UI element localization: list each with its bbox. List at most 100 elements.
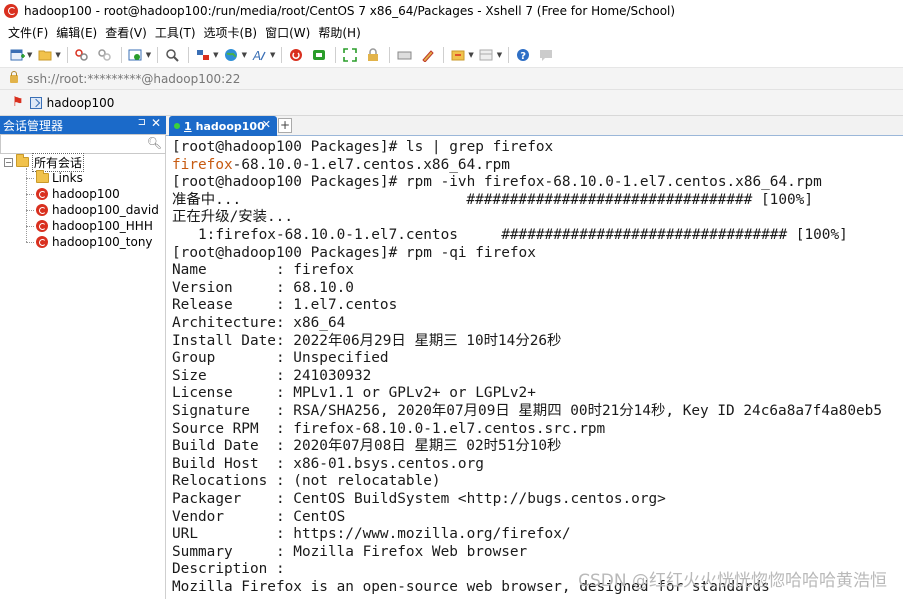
session-icon (36, 188, 48, 200)
terminal-line: [root@hadoop100 Packages]# rpm -qi firef… (172, 244, 536, 261)
bookmark-flag-icon[interactable]: ⚑ (12, 95, 24, 110)
link-session-icon[interactable] (29, 96, 42, 109)
terminal-line: Vendor : CentOS (172, 508, 346, 525)
tree-root-label[interactable]: 所有会话 (32, 152, 85, 172)
toolbar-separator (443, 46, 445, 63)
chevron-down-icon[interactable]: ▼ (270, 51, 275, 59)
toolbar-separator (281, 46, 283, 63)
tree-item-hadoop100-tony[interactable]: hadoop100_tony (36, 234, 153, 250)
tab-number: 1 (184, 119, 192, 133)
terminal-line: Relocations : (not relocatable) (172, 473, 441, 490)
xftp-icon[interactable] (310, 46, 328, 64)
toolbar-separator (389, 46, 391, 63)
menu-file[interactable]: 文件(F) (8, 24, 48, 41)
tree-connector (26, 226, 34, 227)
terminal-text: -68.10.0-1.el7.centos.x86_64.rpm (232, 156, 510, 173)
open-folder-icon[interactable] (36, 46, 54, 64)
session-search-input[interactable]: 🔍︎ (0, 134, 166, 154)
tree-item-label: hadoop100_tony (52, 235, 153, 249)
svg-text:?: ? (520, 51, 526, 62)
highlight-icon[interactable] (418, 46, 436, 64)
menu-bar: 文件(F) 编辑(E) 查看(V) 工具(T) 选项卡(B) 窗口(W) 帮助(… (0, 22, 903, 42)
disconnect-icon[interactable] (96, 46, 114, 64)
connected-status-icon (174, 123, 180, 129)
folder-icon (16, 154, 29, 167)
tree-item-links[interactable]: Links (36, 170, 83, 186)
chevron-down-icon[interactable]: ▼ (213, 51, 218, 59)
xshell-icon[interactable] (287, 46, 305, 64)
terminal-line: Architecture: x86_64 (172, 315, 346, 331)
address-bar[interactable]: ssh://root:*********@hadoop100:22 (0, 68, 903, 90)
terminal-line: Build Host : x86-01.bsys.centos.org (172, 455, 484, 472)
tab-bar: 1 hadoop100 ✕ + (166, 116, 903, 136)
reconnect-icon[interactable] (73, 46, 91, 64)
terminal-line: Description : (172, 561, 285, 578)
layout-icon[interactable] (478, 46, 496, 64)
session-icon (36, 220, 48, 232)
terminal-line: Source RPM : firefox-68.10.0-1.el7.cento… (172, 420, 606, 437)
terminal-line: [root@hadoop100 Packages]# rpm -ivh fire… (172, 174, 822, 191)
session-manager-title: 会话管理器 (3, 118, 64, 133)
chevron-down-icon[interactable]: ▼ (468, 51, 473, 59)
tree-connector (26, 210, 34, 211)
globe-icon[interactable] (223, 46, 241, 64)
toolbar-separator (188, 46, 190, 63)
menu-view[interactable]: 查看(V) (105, 24, 147, 41)
properties-icon[interactable] (127, 46, 145, 64)
session-address[interactable]: ssh://root:*********@hadoop100:22 (27, 72, 240, 86)
quick-session-label[interactable]: hadoop100 (47, 96, 115, 110)
toolbar-separator (66, 46, 68, 63)
lock-icon (10, 70, 18, 83)
tree-connector (26, 168, 27, 242)
toolbar-separator (335, 46, 337, 63)
terminal-line: [root@hadoop100 Packages]# ls | grep fir… (172, 139, 554, 155)
pin-icon[interactable]: ⊐ (138, 117, 146, 128)
terminal-line: Build Date : 2020年07月08日 星期三 02时51分10秒 (172, 438, 562, 455)
chevron-down-icon[interactable]: ▼ (146, 51, 151, 59)
chevron-down-icon[interactable]: ▼ (497, 51, 502, 59)
compose-icon[interactable] (449, 46, 467, 64)
collapse-icon[interactable]: − (4, 157, 13, 167)
new-session-icon[interactable] (8, 46, 26, 64)
menu-window[interactable]: 窗口(W) (265, 24, 310, 41)
chat-icon[interactable] (537, 46, 555, 64)
toolbar-separator (120, 46, 122, 63)
add-tab-button[interactable]: + (278, 118, 292, 133)
tree-item-hadoop100-david[interactable]: hadoop100_david (36, 202, 159, 218)
session-tree: − 所有会话 Links hadoop100 hadoop100_david h… (0, 152, 166, 599)
tree-item-hadoop100-hhh[interactable]: hadoop100_HHH (36, 218, 153, 234)
transfer-icon[interactable] (194, 46, 212, 64)
toolbar-separator (157, 46, 159, 63)
tree-item-label: hadoop100_HHH (52, 219, 153, 233)
watermark: CSDN @红红火火恍恍惚惚哈哈哈黄浩恒 (578, 571, 887, 591)
title-bar: hadoop100 - root@hadoop100:/run/media/ro… (0, 0, 903, 22)
tree-item-hadoop100[interactable]: hadoop100 (36, 186, 120, 202)
menu-tabs[interactable]: 选项卡(B) (204, 24, 258, 41)
tab-hadoop100[interactable]: 1 hadoop100 ✕ (169, 116, 277, 136)
help-icon[interactable]: ? (514, 46, 532, 64)
terminal[interactable]: [root@hadoop100 Packages]# ls | grep fir… (166, 136, 903, 599)
find-icon[interactable] (163, 46, 181, 64)
close-icon[interactable]: ✕ (151, 116, 161, 130)
terminal-line: URL : https://www.mozilla.org/firefox/ (172, 526, 571, 543)
chevron-down-icon[interactable]: ▼ (242, 51, 247, 59)
terminal-line: Install Date: 2022年06月29日 星期三 10时14分26秒 (172, 332, 562, 349)
menu-edit[interactable]: 编辑(E) (56, 24, 97, 41)
lock-icon[interactable] (364, 46, 382, 64)
font-icon[interactable]: A (251, 46, 269, 64)
chevron-down-icon[interactable]: ▼ (55, 51, 60, 59)
fullscreen-icon[interactable] (341, 46, 359, 64)
terminal-line: 1:firefox-68.10.0-1.el7.centos #########… (172, 227, 848, 243)
folder-icon (36, 170, 49, 183)
menu-help[interactable]: 帮助(H) (318, 24, 360, 41)
tree-connector (26, 178, 34, 179)
close-icon[interactable]: ✕ (262, 118, 271, 131)
chevron-down-icon[interactable]: ▼ (27, 51, 32, 59)
search-icon[interactable]: 🔍︎ (147, 136, 162, 150)
session-icon (36, 236, 48, 248)
tab-label: hadoop100 (195, 119, 265, 133)
tree-root[interactable]: − 所有会话 (4, 152, 85, 172)
menu-tools[interactable]: 工具(T) (155, 24, 196, 41)
keyboard-icon[interactable] (395, 46, 413, 64)
terminal-line: Packager : CentOS BuildSystem <http://bu… (172, 491, 666, 507)
